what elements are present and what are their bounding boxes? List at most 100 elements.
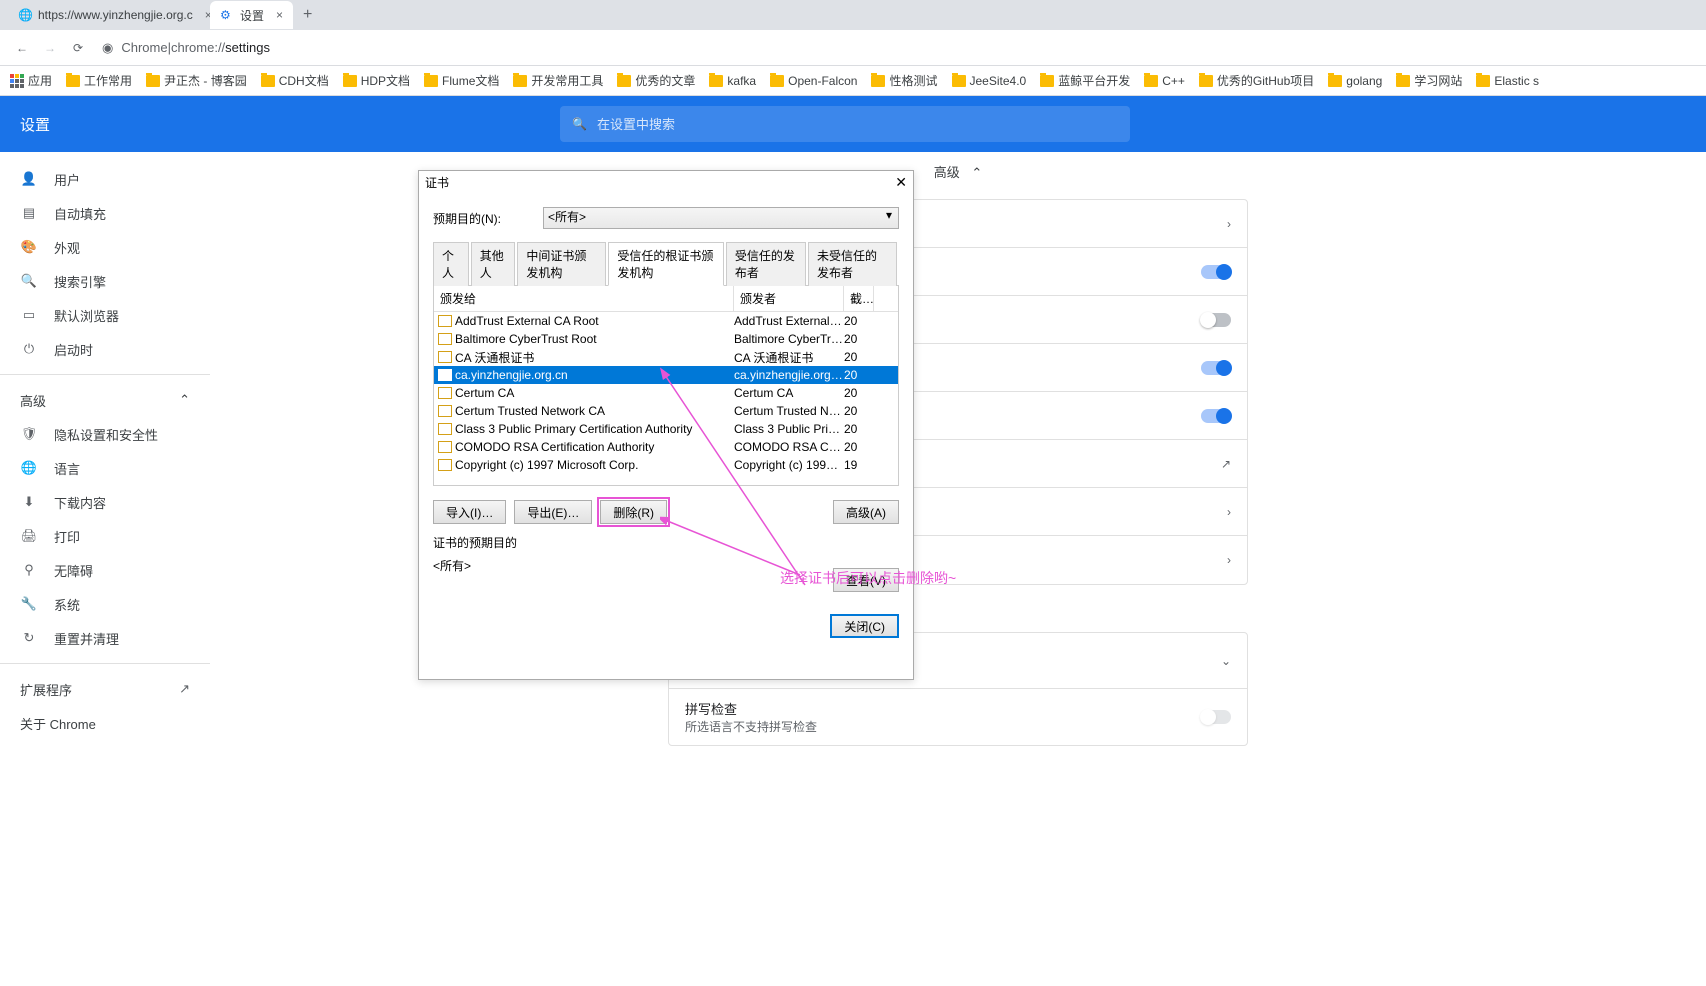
bookmark-item[interactable]: 蓝鲸平台开发 xyxy=(1040,72,1130,89)
advanced-button[interactable]: 高级(A) xyxy=(833,500,899,524)
tab-untrusted-pub[interactable]: 未受信任的发布者 xyxy=(808,242,897,286)
new-tab-button[interactable]: + xyxy=(303,6,312,24)
nav-advanced[interactable]: 高级⌃ xyxy=(0,383,210,417)
cert-row[interactable]: Certum Trusted Network CACertum Trusted … xyxy=(434,402,898,420)
tab-1[interactable]: 🌐 https://www.yinzhengjie.org.c × xyxy=(8,1,208,29)
nav-system[interactable]: 🔧系统 xyxy=(0,587,210,621)
folder-icon xyxy=(1144,75,1158,87)
col-issued-to[interactable]: 颁发给 xyxy=(434,286,734,311)
toggle-on[interactable] xyxy=(1201,361,1231,375)
close-button[interactable]: 关闭(C) xyxy=(830,614,899,638)
import-button[interactable]: 导入(I)… xyxy=(433,500,506,524)
back-button[interactable]: ← xyxy=(8,34,36,62)
url-path: settings xyxy=(225,40,270,55)
cert-row[interactable]: Baltimore CyberTrust RootBaltimore Cyber… xyxy=(434,330,898,348)
nav-extensions[interactable]: 扩展程序↗ xyxy=(0,672,210,706)
settings-search[interactable]: 🔍 xyxy=(560,106,1130,142)
cert-list-body[interactable]: AddTrust External CA RootAddTrust Extern… xyxy=(434,312,898,478)
cert-list-header: 颁发给 颁发者 截… xyxy=(434,286,898,312)
print-icon: 🖨 xyxy=(20,528,38,544)
bookmark-item[interactable]: JeeSite4.0 xyxy=(952,74,1027,88)
folder-icon xyxy=(952,75,966,87)
wrench-icon: 🔧 xyxy=(20,596,38,612)
nav-user[interactable]: 👤用户 xyxy=(0,162,210,196)
nav-download[interactable]: ⬇下载内容 xyxy=(0,485,210,519)
forward-button[interactable]: → xyxy=(36,34,64,62)
cert-row[interactable]: Copyright (c) 1997 Microsoft Corp.Copyri… xyxy=(434,456,898,474)
cert-row[interactable]: COMODO RSA Certification AuthorityCOMODO… xyxy=(434,438,898,456)
cert-row[interactable]: CA 沃通根证书CA 沃通根证书20 xyxy=(434,348,898,366)
reset-icon: ↻ xyxy=(20,630,38,646)
tab-2[interactable]: ⚙ 设置 × xyxy=(210,1,293,29)
bookmark-item[interactable]: Elastic s xyxy=(1476,74,1539,88)
nav-print[interactable]: 🖨打印 xyxy=(0,519,210,553)
tab-others[interactable]: 其他人 xyxy=(471,242,516,286)
toggle-on[interactable] xyxy=(1201,265,1231,279)
chrome-favicon: ◉ xyxy=(102,40,113,56)
tab-intermediate[interactable]: 中间证书颁发机构 xyxy=(517,242,606,286)
bookmark-item[interactable]: 优秀的文章 xyxy=(617,72,695,89)
cert-row[interactable]: ca.yinzhengjie.org.cnca.yinzhengjie.org.… xyxy=(434,366,898,384)
nav-startup[interactable]: ⏻启动时 xyxy=(0,332,210,366)
nav-accessibility[interactable]: ⚲无障碍 xyxy=(0,553,210,587)
apps-button[interactable]: 应用 xyxy=(10,72,52,89)
tab-2-close-icon[interactable]: × xyxy=(276,8,283,22)
col-issuer[interactable]: 颁发者 xyxy=(734,286,844,311)
palette-icon: 🎨 xyxy=(20,239,38,255)
settings-search-input[interactable] xyxy=(597,117,1118,132)
nav-appearance[interactable]: 🎨外观 xyxy=(0,230,210,264)
dialog-titlebar[interactable]: 证书 ✕ xyxy=(419,171,913,193)
purposes-label: 证书的预期目的 xyxy=(433,534,899,551)
nav-about[interactable]: 关于 Chrome xyxy=(0,706,210,740)
cert-icon xyxy=(438,315,452,327)
col-exp[interactable]: 截… xyxy=(844,286,874,311)
search-icon: 🔍 xyxy=(20,273,38,289)
bookmark-item[interactable]: HDP文档 xyxy=(343,72,410,89)
nav-autofill[interactable]: ▤自动填充 xyxy=(0,196,210,230)
bookmark-item[interactable]: Flume文档 xyxy=(424,72,499,89)
toggle-off[interactable] xyxy=(1201,313,1231,327)
toggle-on[interactable] xyxy=(1201,409,1231,423)
bookmark-item[interactable]: 开发常用工具 xyxy=(513,72,603,89)
certificate-dialog: 证书 ✕ 预期目的(N): <所有> 个人 其他人 中间证书颁发机构 受信任的根… xyxy=(418,170,914,680)
cert-row[interactable]: AddTrust External CA RootAddTrust Extern… xyxy=(434,312,898,330)
bookmark-item[interactable]: 尹正杰 - 博客园 xyxy=(146,72,247,89)
bookmark-item[interactable]: CDH文档 xyxy=(261,72,329,89)
bookmark-item[interactable]: 学习网站 xyxy=(1396,72,1462,89)
bookmark-item[interactable]: 工作常用 xyxy=(66,72,132,89)
chevron-up-icon: ⌃ xyxy=(179,392,190,408)
bookmark-item[interactable]: 优秀的GitHub项目 xyxy=(1199,72,1314,89)
bookmark-item[interactable]: Open-Falcon xyxy=(770,74,857,88)
cert-icon xyxy=(438,423,452,435)
nav-reset[interactable]: ↻重置并清理 xyxy=(0,621,210,655)
tab-personal[interactable]: 个人 xyxy=(433,242,469,286)
bookmark-item[interactable]: kafka xyxy=(709,74,756,88)
nav-privacy[interactable]: 🛡隐私设置和安全性 xyxy=(0,417,210,451)
nav-language[interactable]: 🌐语言 xyxy=(0,451,210,485)
bookmark-item[interactable]: C++ xyxy=(1144,74,1185,88)
nav-search[interactable]: 🔍搜索引擎 xyxy=(0,264,210,298)
autofill-icon: ▤ xyxy=(20,205,38,221)
purposes-value: <所有> xyxy=(433,551,899,580)
download-icon: ⬇ xyxy=(20,494,38,510)
cert-row[interactable]: Class 3 Public Primary Certification Aut… xyxy=(434,420,898,438)
folder-icon xyxy=(1040,75,1054,87)
spell-label: 拼写检查 xyxy=(685,699,817,718)
folder-icon xyxy=(146,75,160,87)
close-icon[interactable]: ✕ xyxy=(895,174,907,191)
bookmark-item[interactable]: 性格测试 xyxy=(871,72,937,89)
view-button[interactable]: 查看(V) xyxy=(833,568,899,592)
tab-trusted-root[interactable]: 受信任的根证书颁发机构 xyxy=(608,242,724,286)
purpose-select[interactable]: <所有> xyxy=(543,207,899,229)
export-button[interactable]: 导出(E)… xyxy=(514,500,592,524)
url-bar[interactable]: ◉ Chrome | chrome:// settings xyxy=(102,40,1698,56)
bookmark-item[interactable]: golang xyxy=(1328,74,1382,88)
cert-icon xyxy=(438,405,452,417)
tab-2-title: 设置 xyxy=(240,7,264,24)
reload-button[interactable]: ⟳ xyxy=(64,34,92,62)
tab-trusted-pub[interactable]: 受信任的发布者 xyxy=(726,242,806,286)
nav-default-browser[interactable]: ▭默认浏览器 xyxy=(0,298,210,332)
cert-row[interactable]: Certum CACertum CA20 xyxy=(434,384,898,402)
divider xyxy=(0,374,210,375)
delete-button[interactable]: 删除(R) xyxy=(600,500,667,524)
